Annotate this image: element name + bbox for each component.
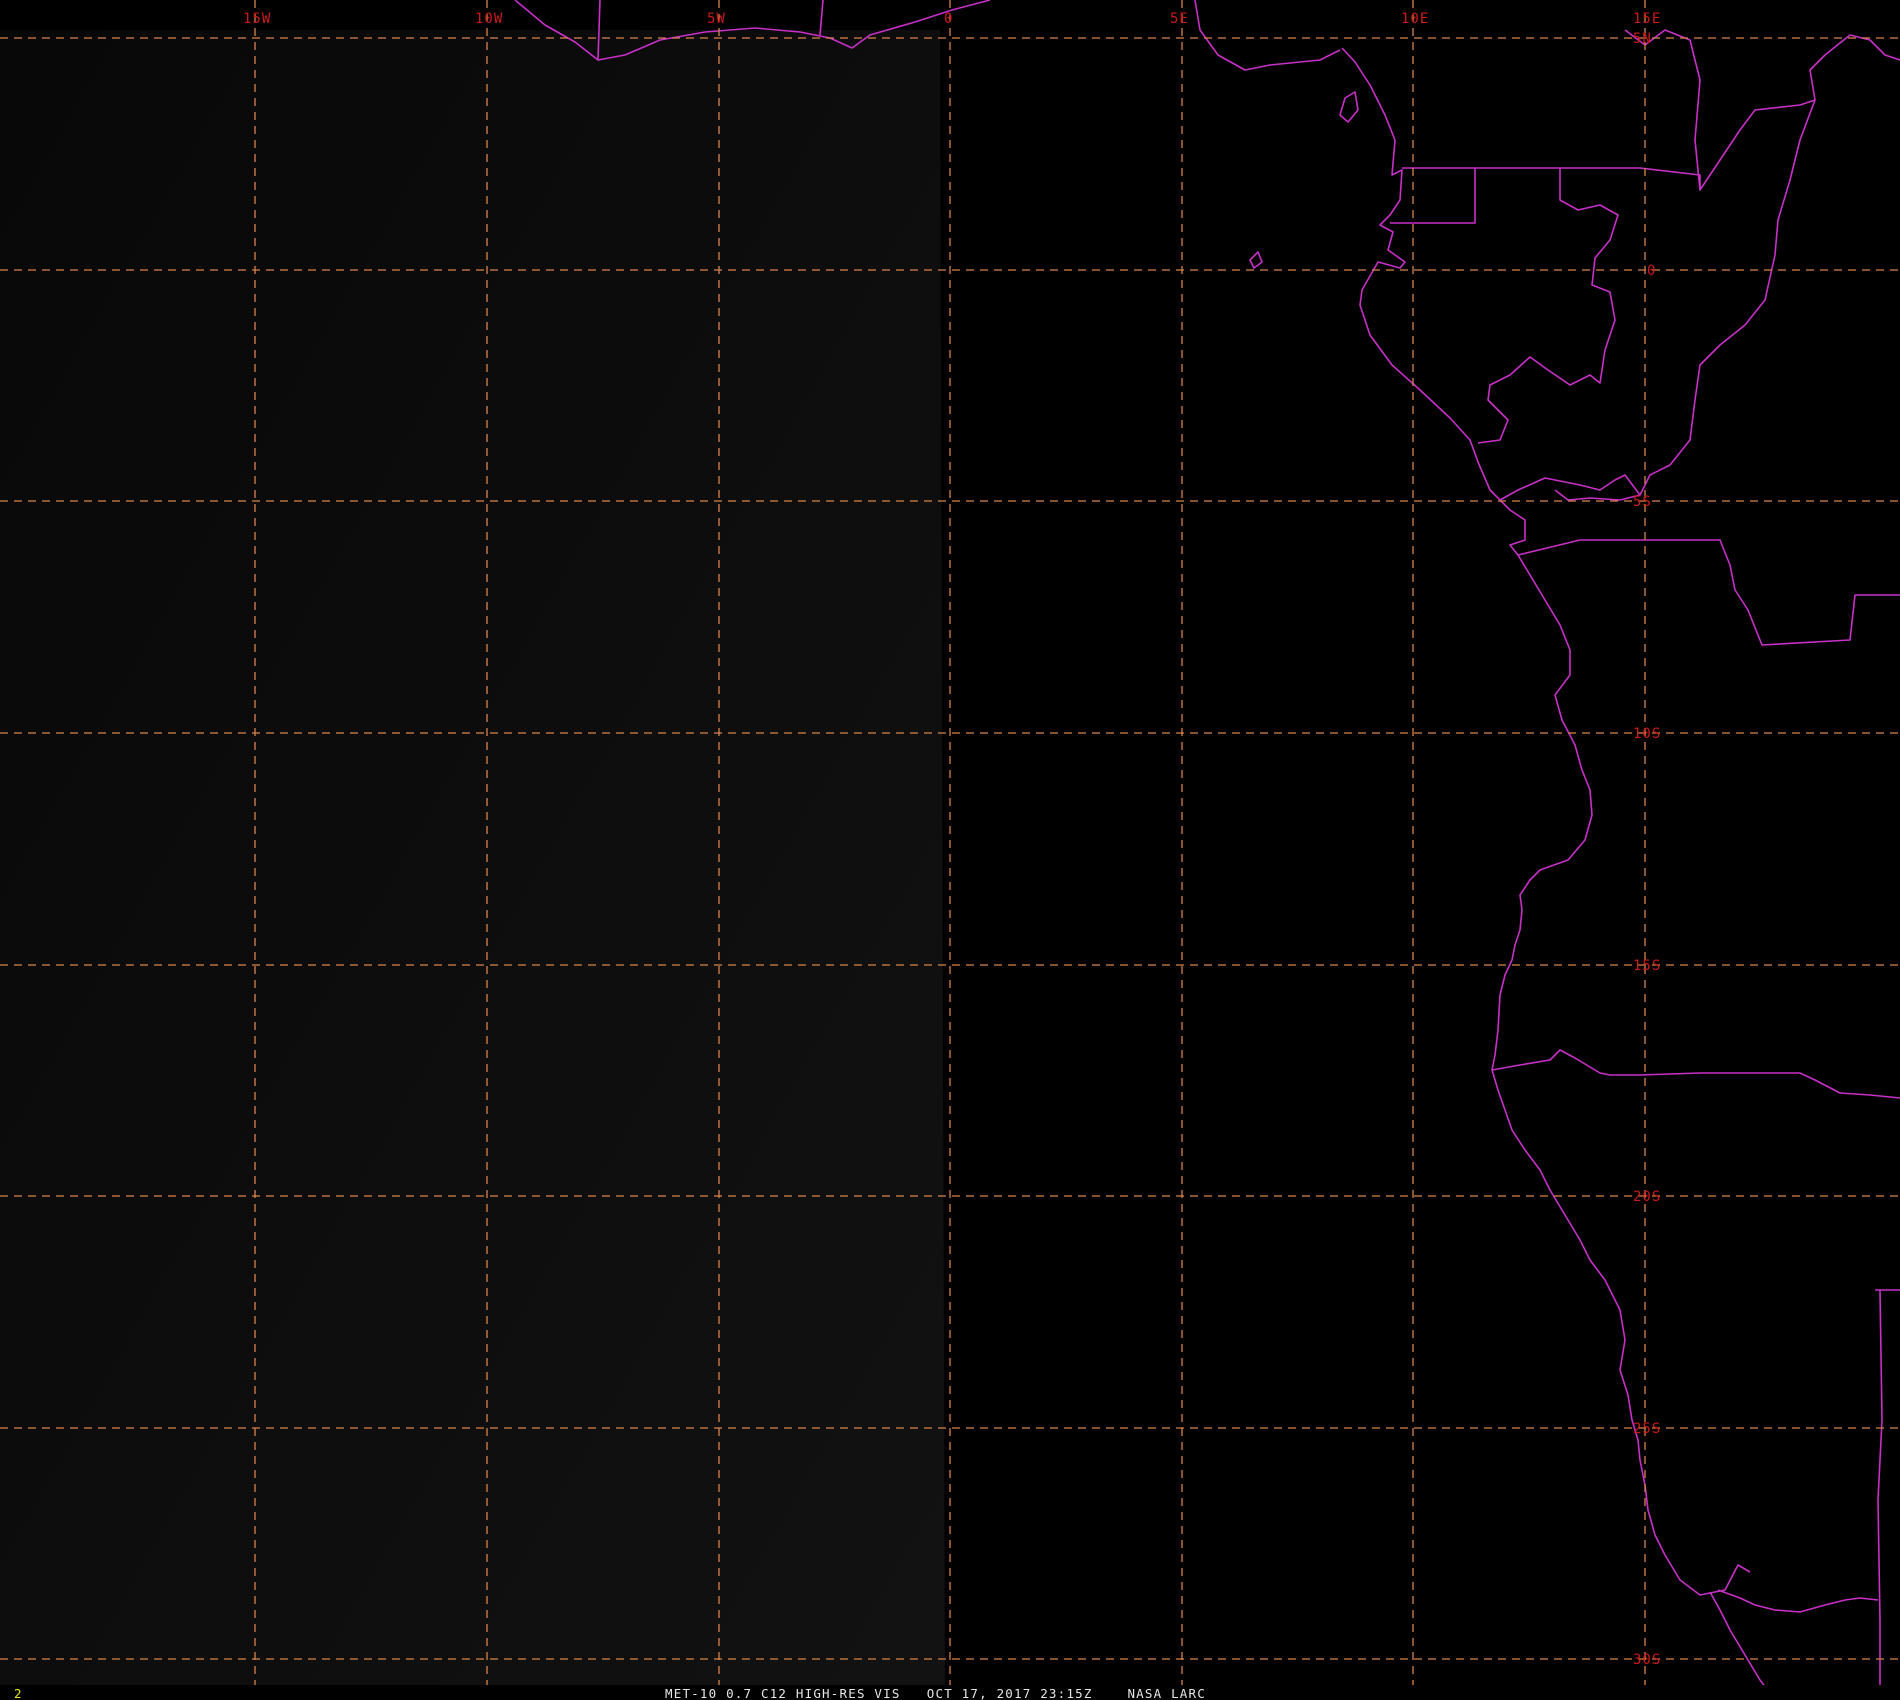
longitude-label: 5W	[707, 11, 726, 27]
latitude-label: 20S	[1633, 1189, 1661, 1205]
longitude-label: 10E	[1401, 11, 1429, 27]
latitude-label: 30S	[1633, 1652, 1661, 1668]
latitude-label: 15S	[1633, 958, 1661, 974]
latitude-label: 10S	[1633, 726, 1661, 742]
longitude-label: 10W	[475, 11, 503, 27]
satellite-map: 15W 10W 5W 0 5E 10E 15E5N05S10S15S20S25S30S 2 …	[0, 0, 1900, 1700]
frame-number: 2	[14, 1686, 23, 1700]
image-caption: MET-10 0.7 C12 HIGH-RES VIS OCT 17, 2017…	[665, 1686, 1206, 1700]
longitude-label: 15W	[243, 11, 271, 27]
latitude-label: 5N	[1633, 31, 1652, 47]
latitude-label: 25S	[1633, 1421, 1661, 1437]
longitude-label: 15E	[1633, 11, 1661, 27]
latitude-label: 5S	[1633, 494, 1652, 510]
illuminated-region	[0, 30, 945, 1690]
longitude-label: 5E	[1170, 11, 1189, 27]
latitude-label: 0	[1647, 263, 1656, 279]
longitude-label: 0	[944, 11, 953, 27]
